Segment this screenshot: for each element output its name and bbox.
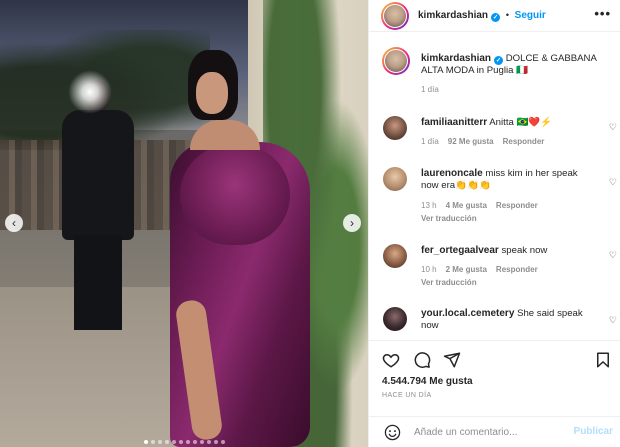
bookmark-icon[interactable]: [594, 351, 612, 369]
photo-woman: [140, 50, 310, 447]
see-translation-button[interactable]: Ver traducción: [421, 278, 477, 287]
carousel-dot: [164, 440, 169, 444]
chevron-left-icon[interactable]: ‹: [5, 214, 23, 232]
post-actions: [382, 351, 612, 371]
comment-text: laurenoncale miss kim in her speak now e…: [421, 168, 578, 191]
comment-meta: 13 h 4 Me gusta Responder: [421, 201, 538, 210]
comment-username[interactable]: laurenoncale: [421, 168, 483, 179]
comment-item: familiaanitterr Anitta 🇧🇷❤️⚡ 1 día 92 Me…: [369, 116, 620, 154]
comment-avatar[interactable]: [383, 244, 407, 268]
share-icon[interactable]: [443, 351, 461, 369]
carousel-dots: [0, 440, 368, 444]
post-side-panel: kimkardashian ✓ • Seguir ••• kimkardashia…: [368, 0, 620, 447]
verified-badge-icon: ✓: [491, 13, 501, 22]
post-date[interactable]: HACE UN DÍA: [382, 392, 432, 399]
instagram-post-view: ‹ › kimkardashian ✓ • Seguir ••• kimkarda…: [0, 0, 620, 447]
comment-username[interactable]: fer_ortegaalvear: [421, 245, 499, 256]
carousel-dot: [199, 440, 204, 444]
photo-flash: [68, 70, 112, 114]
verified-badge-icon: ✓: [494, 56, 504, 65]
author-avatar[interactable]: [381, 2, 409, 30]
divider: [369, 340, 620, 341]
comment-input[interactable]: [414, 425, 564, 440]
likes-count[interactable]: 4.544.794 Me gusta: [382, 376, 473, 387]
more-options-icon[interactable]: •••: [594, 7, 611, 20]
comment-username[interactable]: familiaanitterr: [421, 117, 487, 128]
reply-button[interactable]: Responder: [496, 265, 538, 274]
smiley-icon[interactable]: [384, 424, 401, 441]
heart-icon[interactable]: [382, 351, 400, 369]
carousel-dot: [157, 440, 162, 444]
carousel-dot: [213, 440, 218, 444]
post-caption: kimkardashian ✓ DOLCE & GABBANA ALTA MODA…: [369, 47, 620, 97]
post-photo[interactable]: ‹ ›: [0, 0, 368, 447]
comment-composer: Publicar: [369, 417, 620, 447]
comment-text: your.local.cemetery She said speak now: [421, 308, 583, 331]
comment-meta: 10 h 2 Me gusta Responder: [421, 265, 538, 274]
post-header: kimkardashian ✓ • Seguir •••: [369, 0, 620, 32]
comment-text: fer_ortegaalvear speak now: [421, 245, 548, 256]
comment-avatar[interactable]: [383, 116, 407, 140]
comment-likes[interactable]: 2 Me gusta: [446, 265, 487, 274]
carousel-dot: [143, 440, 148, 444]
comment-item: fer_ortegaalvear speak now 10 h 2 Me gus…: [369, 244, 620, 294]
comment-avatar[interactable]: [383, 307, 407, 331]
heart-icon[interactable]: ♡: [609, 315, 617, 326]
heart-icon[interactable]: ♡: [609, 122, 617, 133]
comment-likes[interactable]: 4 Me gusta: [446, 201, 487, 210]
author-username[interactable]: kimkardashian: [418, 10, 488, 21]
comment-text: familiaanitterr Anitta 🇧🇷❤️⚡: [421, 117, 553, 128]
see-translation-button[interactable]: Ver traducción: [421, 214, 477, 223]
heart-icon[interactable]: ♡: [609, 250, 617, 261]
chevron-right-icon[interactable]: ›: [343, 214, 361, 232]
author-avatar[interactable]: [382, 47, 410, 75]
comment-item: your.local.cemetery She said speak now ♡: [369, 307, 620, 337]
comment-avatar[interactable]: [383, 167, 407, 191]
carousel-dot: [171, 440, 176, 444]
follow-button[interactable]: Seguir: [515, 10, 546, 21]
reply-button[interactable]: Responder: [496, 201, 538, 210]
photo-man: [62, 80, 134, 335]
caption-time: 1 día: [421, 85, 439, 94]
carousel-dot: [185, 440, 190, 444]
carousel-dot: [192, 440, 197, 444]
caption-text: kimkardashian ✓ DOLCE & GABBANA ALTA MODA…: [421, 53, 597, 77]
post-comment-button[interactable]: Publicar: [574, 426, 613, 437]
carousel-dot: [150, 440, 155, 444]
comment-meta: 1 día 92 Me gusta Responder: [421, 137, 545, 146]
reply-button[interactable]: Responder: [503, 137, 545, 146]
post-header-title: kimkardashian ✓ • Seguir: [418, 10, 546, 22]
heart-icon[interactable]: ♡: [609, 177, 617, 188]
comment-icon[interactable]: [413, 351, 431, 369]
carousel-dot: [178, 440, 183, 444]
comment-item: laurenoncale miss kim in her speak now e…: [369, 167, 620, 229]
carousel-dot: [220, 440, 225, 444]
carousel-dot: [206, 440, 211, 444]
comment-username[interactable]: your.local.cemetery: [421, 308, 514, 319]
comment-likes[interactable]: 92 Me gusta: [448, 137, 494, 146]
caption-username[interactable]: kimkardashian: [421, 53, 491, 64]
